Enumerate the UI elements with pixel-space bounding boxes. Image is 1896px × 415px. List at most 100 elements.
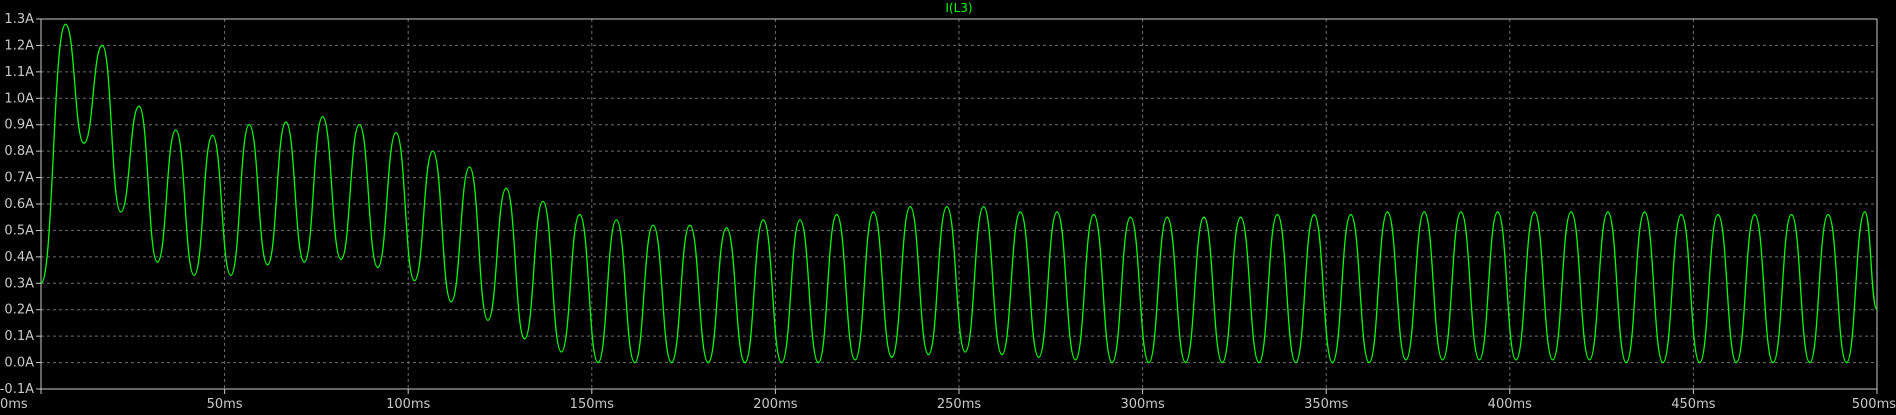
data-point — [854, 359, 855, 360]
data-point — [1075, 359, 1076, 360]
data-point — [524, 338, 525, 339]
y-tick-label: 0.3A — [4, 276, 34, 291]
data-point — [1876, 309, 1877, 310]
data-point — [359, 124, 360, 125]
data-point — [946, 206, 947, 207]
data-point — [395, 132, 396, 133]
data-point — [1130, 217, 1131, 218]
x-tick-label: 450ms — [1671, 397, 1715, 412]
data-point — [1534, 211, 1535, 212]
data-point — [1277, 214, 1278, 215]
y-tick-label: 0.0A — [4, 356, 34, 371]
trace-title[interactable]: I(L3) — [945, 1, 972, 15]
data-point — [285, 121, 286, 122]
data-point — [506, 188, 507, 189]
data-point — [1626, 362, 1627, 363]
data-point — [1387, 211, 1388, 212]
data-point — [1552, 359, 1553, 360]
y-tick-label: 0.1A — [4, 329, 34, 344]
x-tick-label: 350ms — [1304, 397, 1348, 412]
data-point — [1644, 211, 1645, 212]
data-point — [1846, 362, 1847, 363]
data-point — [726, 227, 727, 228]
data-point — [781, 362, 782, 363]
data-point — [1203, 217, 1204, 218]
data-point — [212, 135, 213, 136]
data-point — [1442, 359, 1443, 360]
data-point — [1681, 214, 1682, 215]
data-point — [487, 320, 488, 321]
data-point — [1460, 211, 1461, 212]
data-point — [1607, 211, 1608, 212]
y-tick-label: 0.5A — [4, 223, 34, 238]
data-point — [1717, 214, 1718, 215]
x-tick-label: 50ms — [207, 397, 243, 412]
data-point — [1828, 214, 1829, 215]
data-point — [432, 151, 433, 152]
data-point — [1222, 362, 1223, 363]
data-point — [1038, 357, 1039, 358]
data-point — [1148, 362, 1149, 363]
data-point — [634, 362, 635, 363]
y-tick-label: 1.1A — [4, 65, 34, 80]
data-point — [194, 275, 195, 276]
data-point — [1350, 214, 1351, 215]
x-tick-label: 150ms — [570, 397, 614, 412]
data-point — [469, 166, 470, 167]
data-point — [1295, 362, 1296, 363]
y-tick-label: 0.2A — [4, 303, 34, 318]
x-tick-label: 200ms — [753, 397, 797, 412]
data-point — [1020, 211, 1021, 212]
data-point — [267, 264, 268, 265]
data-point — [1791, 214, 1792, 215]
data-point — [340, 259, 341, 260]
x-tick-label: 250ms — [937, 397, 981, 412]
data-point — [83, 143, 84, 144]
x-tick-label: 300ms — [1120, 397, 1164, 412]
data-point — [928, 354, 929, 355]
data-point — [65, 24, 66, 25]
data-point — [579, 214, 580, 215]
data-point — [1699, 362, 1700, 363]
data-point — [1571, 211, 1572, 212]
data-point — [1809, 362, 1810, 363]
waveform-plot: -0.1A 0.0A 0.1A 0.2A 0.3A 0.4A 0.5A 0.6A 0.7A 0.8… — [0, 0, 1896, 415]
y-tick-label: -0.1A — [0, 382, 34, 397]
data-point — [910, 206, 911, 207]
x-tick-label: 100ms — [386, 397, 430, 412]
data-point — [1497, 211, 1498, 212]
data-point — [818, 362, 819, 363]
data-point — [1754, 214, 1755, 215]
data-point — [891, 357, 892, 358]
data-point — [1001, 354, 1002, 355]
data-point — [708, 362, 709, 363]
data-point — [1056, 211, 1057, 212]
data-point — [1736, 362, 1737, 363]
data-point — [836, 214, 837, 215]
x-tick-label: 0ms — [0, 397, 28, 412]
x-tick-label: 500ms — [1852, 397, 1896, 412]
y-tick-label: 0.8A — [4, 144, 34, 159]
data-point — [304, 262, 305, 263]
y-tick-label: 1.3A — [4, 12, 34, 27]
data-point — [671, 362, 672, 363]
y-tick-label: 0.6A — [4, 197, 34, 212]
data-point — [1240, 217, 1241, 218]
data-point — [1662, 362, 1663, 363]
data-point — [1405, 359, 1406, 360]
data-point — [1369, 362, 1370, 363]
data-point — [616, 219, 617, 220]
data-point — [414, 280, 415, 281]
y-tick-label: 0.4A — [4, 250, 34, 265]
data-point — [1589, 359, 1590, 360]
x-tick-label: 400ms — [1488, 397, 1532, 412]
data-point — [102, 45, 103, 46]
data-point — [873, 211, 874, 212]
data-point — [965, 351, 966, 352]
data-point — [763, 219, 764, 220]
data-point — [157, 262, 158, 263]
data-point — [230, 275, 231, 276]
data-point — [597, 362, 598, 363]
data-point — [1332, 362, 1333, 363]
data-point — [1112, 362, 1113, 363]
